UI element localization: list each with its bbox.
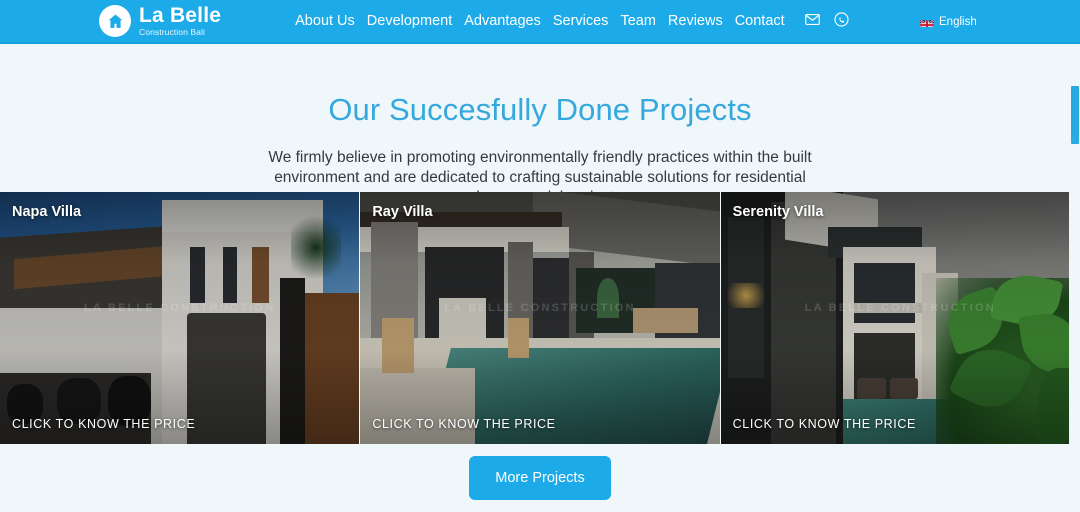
site-header: La Belle Construction Bali About Us Deve… <box>0 0 1080 44</box>
whatsapp-icon[interactable] <box>833 11 850 33</box>
more-projects-section: More Projects <box>0 444 1080 512</box>
brand-text: La Belle Construction Bali <box>139 5 221 37</box>
project-card-serenity-villa[interactable]: LA BELLE CONSTRUCTION Serenity Villa CLI… <box>720 192 1080 444</box>
brand-logo[interactable]: La Belle Construction Bali <box>99 5 221 37</box>
contact-icon-group <box>804 11 850 33</box>
project-cta-label[interactable]: CLICK TO KNOW THE PRICE <box>733 417 916 431</box>
project-card-ray-villa[interactable]: LA BELLE CONSTRUCTION Ray Villa CLICK TO… <box>360 192 720 444</box>
project-card-napa-villa[interactable]: LA BELLE CONSTRUCTION Napa Villa CLICK T… <box>0 192 360 444</box>
uk-flag-icon <box>920 17 934 27</box>
nav-item-advantages[interactable]: Advantages <box>464 13 541 29</box>
brand-name: La Belle <box>139 4 222 28</box>
nav-item-development[interactable]: Development <box>367 13 452 29</box>
nav-item-services[interactable]: Services <box>553 13 609 29</box>
project-title: Serenity Villa <box>732 204 824 220</box>
page-title: Our Succesfully Done Projects <box>328 92 752 127</box>
project-cta-label[interactable]: CLICK TO KNOW THE PRICE <box>372 417 555 431</box>
photo-watermark: LA BELLE CONSTRUCTION <box>444 301 636 314</box>
photo-overlay <box>720 192 1080 444</box>
language-label: English <box>939 16 977 28</box>
home-icon <box>99 5 131 37</box>
page-scrollbar-thumb[interactable] <box>1071 86 1079 144</box>
language-selector[interactable]: English <box>920 16 977 28</box>
nav-item-team[interactable]: Team <box>620 13 655 29</box>
nav-item-contact[interactable]: Contact <box>735 13 785 29</box>
project-title: Ray Villa <box>372 204 433 220</box>
project-cta-label[interactable]: CLICK TO KNOW THE PRICE <box>12 417 195 431</box>
photo-overlay <box>360 192 720 444</box>
project-title: Napa Villa <box>12 204 82 220</box>
projects-gallery: LA BELLE CONSTRUCTION Napa Villa CLICK T… <box>0 192 1080 444</box>
brand-tagline: Construction Bali <box>139 27 205 38</box>
page-scrollbar-track[interactable] <box>1069 44 1080 512</box>
more-projects-button[interactable]: More Projects <box>469 456 611 500</box>
intro-section: Our Succesfully Done Projects We firmly … <box>0 92 1080 208</box>
nav-item-about-us[interactable]: About Us <box>295 13 355 29</box>
nav-item-reviews[interactable]: Reviews <box>668 13 723 29</box>
main-navigation: About Us Development Advantages Services… <box>295 13 785 29</box>
photo-overlay <box>0 192 360 444</box>
photo-watermark: LA BELLE CONSTRUCTION <box>84 301 276 314</box>
email-icon[interactable] <box>804 11 821 33</box>
photo-watermark: LA BELLE CONSTRUCTION <box>804 301 996 314</box>
